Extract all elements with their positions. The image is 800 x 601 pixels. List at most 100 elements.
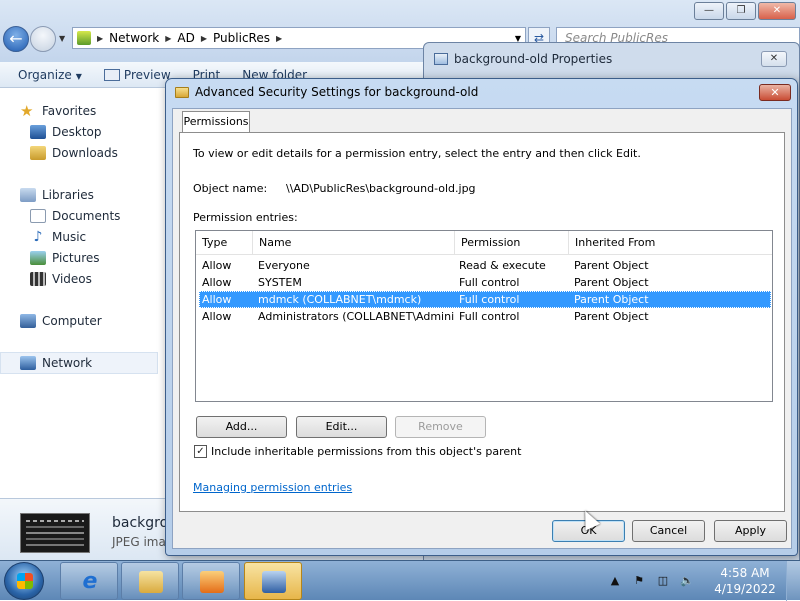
table-row-selected[interactable]: Allow mdmck (COLLABNET\mdmck) Full contr… xyxy=(199,291,771,308)
start-button[interactable] xyxy=(4,562,44,600)
nav-documents[interactable]: Documents xyxy=(30,207,120,225)
show-hidden-icons-icon[interactable]: ▲ xyxy=(608,575,622,587)
libraries-icon xyxy=(20,188,36,202)
file-thumbnail xyxy=(20,513,90,553)
image-file-icon xyxy=(434,53,448,65)
cell-type: Allow xyxy=(202,310,232,323)
dialog-body: Permissions To view or edit details for … xyxy=(172,108,792,549)
chevron-right-icon: ▶ xyxy=(97,33,104,43)
cell-permission: Full control xyxy=(459,310,520,323)
add-button[interactable]: Add... xyxy=(196,416,287,438)
table-row[interactable]: Allow SYSTEM Full control Parent Object xyxy=(199,274,771,291)
inherit-permissions-checkbox-row[interactable]: ✓ Include inheritable permissions from t… xyxy=(194,445,521,458)
star-icon: ★ xyxy=(20,102,34,120)
minimize-button[interactable]: — xyxy=(694,2,724,20)
nav-videos[interactable]: Videos xyxy=(30,270,92,288)
maximize-button[interactable]: ❐ xyxy=(726,2,756,20)
clock-time: 4:58 AM xyxy=(720,566,770,580)
cell-type: Allow xyxy=(202,293,232,306)
taskbar-media-player[interactable] xyxy=(182,562,240,600)
column-header-name[interactable]: Name xyxy=(253,231,455,255)
action-center-flag-icon[interactable]: ⚑ xyxy=(632,575,646,587)
back-button[interactable]: ← xyxy=(3,26,29,52)
taskbar-internet-explorer[interactable]: e xyxy=(60,562,118,600)
network-location-icon xyxy=(77,31,91,45)
cell-permission: Full control xyxy=(459,276,520,289)
preview-label: Preview xyxy=(123,67,171,82)
table-row[interactable]: Allow Everyone Read & execute Parent Obj… xyxy=(199,257,771,274)
managing-permissions-link[interactable]: Managing permission entries xyxy=(193,481,352,494)
nav-music[interactable]: ♪ Music xyxy=(30,228,87,246)
properties-close-button[interactable]: ✕ xyxy=(761,51,787,67)
chevron-right-icon: ▶ xyxy=(275,33,283,43)
inherit-permissions-checkbox[interactable]: ✓ xyxy=(194,445,207,458)
cell-type: Allow xyxy=(202,259,232,272)
inherit-permissions-label: Include inheritable permissions from thi… xyxy=(211,445,522,458)
desktop-icon xyxy=(30,125,46,139)
clock-date: 4/19/2022 xyxy=(714,582,776,596)
nav-downloads[interactable]: Downloads xyxy=(30,144,118,162)
nav-network-label: Network xyxy=(42,356,93,370)
network-computers-icon xyxy=(262,571,286,593)
tab-permissions[interactable]: Permissions xyxy=(182,111,250,133)
cell-inherited: Parent Object xyxy=(574,310,649,323)
system-tray: ▲ ⚑ ◫ 🔈 4:58 AM 4/19/2022 xyxy=(608,561,800,601)
object-name-value: \\AD\PublicRes\background-old.jpg xyxy=(286,182,476,195)
properties-title: background-old Properties xyxy=(454,52,613,66)
breadcrumb-ad[interactable]: AD xyxy=(177,31,194,45)
column-header-inherited-from[interactable]: Inherited From xyxy=(569,231,772,255)
downloads-icon xyxy=(30,146,46,160)
forward-button[interactable] xyxy=(30,26,56,52)
cell-inherited: Parent Object xyxy=(574,293,649,306)
permission-entries-list[interactable]: Type Name Permission Inherited From Allo… xyxy=(195,230,773,402)
nav-pictures[interactable]: Pictures xyxy=(30,249,100,267)
volume-muted-icon[interactable]: 🔈 xyxy=(680,575,694,587)
pictures-icon xyxy=(30,251,46,265)
breadcrumb-publicres[interactable]: PublicRes xyxy=(213,31,270,45)
cell-type: Allow xyxy=(202,276,232,289)
nav-desktop-label: Desktop xyxy=(52,125,102,139)
table-row[interactable]: Allow Administrators (COLLABNET\Administ… xyxy=(199,308,771,325)
dialog-close-button[interactable]: ✕ xyxy=(759,84,791,101)
cell-name: mdmck (COLLABNET\mdmck) xyxy=(258,293,422,306)
taskbar-network-app[interactable] xyxy=(244,562,302,600)
nav-libraries-label: Libraries xyxy=(42,188,94,202)
preview-button[interactable]: Preview xyxy=(103,67,171,82)
nav-videos-label: Videos xyxy=(52,272,92,286)
documents-icon xyxy=(30,209,46,223)
preview-icon xyxy=(103,69,120,81)
cell-name: SYSTEM xyxy=(258,276,302,289)
chevron-right-icon: ▶ xyxy=(165,33,172,43)
nav-libraries[interactable]: Libraries xyxy=(20,186,94,204)
organize-button[interactable]: Organize ▼ xyxy=(18,68,82,82)
breadcrumb-network[interactable]: Network xyxy=(109,31,159,45)
column-header-type[interactable]: Type xyxy=(196,231,253,255)
apply-button[interactable]: Apply xyxy=(714,520,787,542)
nav-desktop[interactable]: Desktop xyxy=(30,123,102,141)
cancel-button[interactable]: Cancel xyxy=(632,520,705,542)
nav-favorites[interactable]: ★ Favorites xyxy=(20,102,96,120)
recent-pages-dropdown[interactable]: ▼ xyxy=(59,34,65,43)
network-icon xyxy=(20,356,36,370)
cell-inherited: Parent Object xyxy=(574,276,649,289)
intro-text: To view or edit details for a permission… xyxy=(193,147,641,160)
nav-favorites-label: Favorites xyxy=(42,104,97,118)
nav-network[interactable]: Network xyxy=(20,354,92,372)
column-header-permission[interactable]: Permission xyxy=(455,231,569,255)
folder-icon xyxy=(175,87,189,98)
close-button[interactable]: ✕ xyxy=(758,2,796,20)
remove-button[interactable]: Remove xyxy=(395,416,486,438)
cell-inherited: Parent Object xyxy=(574,259,649,272)
videos-icon xyxy=(30,272,46,286)
music-note-icon: ♪ xyxy=(33,229,43,245)
nav-computer[interactable]: Computer xyxy=(20,312,102,330)
clock[interactable]: 4:58 AM 4/19/2022 xyxy=(704,565,786,597)
network-status-icon[interactable]: ◫ xyxy=(656,575,670,587)
navigation-pane: ★ Favorites Desktop Downloads Libraries … xyxy=(0,90,160,498)
taskbar-explorer[interactable] xyxy=(121,562,179,600)
cell-name: Everyone xyxy=(258,259,310,272)
show-desktop-button[interactable] xyxy=(786,561,800,601)
edit-button[interactable]: Edit... xyxy=(296,416,387,438)
organize-label: Organize xyxy=(18,67,72,82)
permission-entries-label: Permission entries: xyxy=(193,211,298,224)
